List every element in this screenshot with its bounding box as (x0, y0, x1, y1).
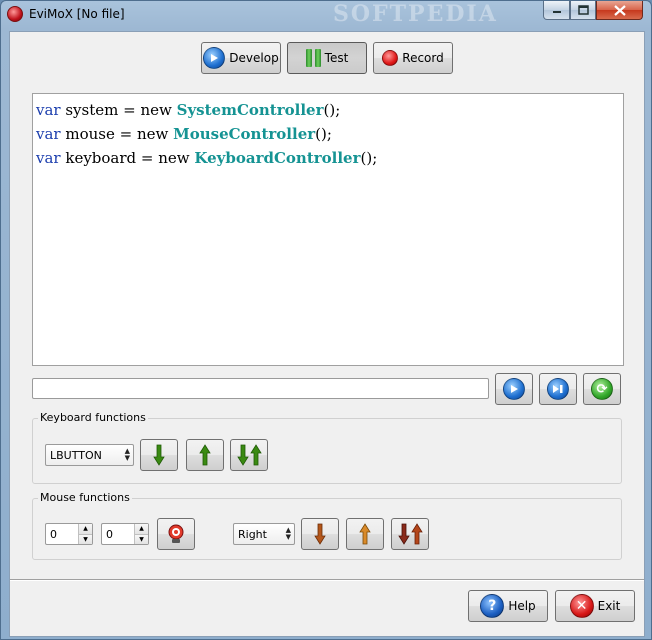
record-icon (382, 50, 399, 66)
exit-icon: ✕ (569, 594, 594, 618)
mouse-x-stepper[interactable]: 0 ▲ ▼ (45, 523, 93, 545)
exit-label: Exit (597, 599, 621, 613)
keyboard-functions-group: Keyboard functions LBUTTON ▲ ▼ (32, 411, 622, 484)
key-press-button[interactable] (230, 439, 268, 471)
develop-button[interactable]: Develop (201, 42, 281, 74)
mouse-functions-group: Mouse functions 0 ▲ ▼ 0 ▲ ▼ Right ▲ ▼ (32, 491, 622, 560)
key-select[interactable]: LBUTTON ▲ ▼ (45, 444, 134, 466)
mouse-functions-title: Mouse functions (38, 491, 132, 504)
arrow-down-up-icon (236, 444, 262, 466)
test-label: Test (324, 51, 349, 65)
mouse-y-stepper[interactable]: 0 ▲ ▼ (101, 523, 149, 545)
play-icon (203, 47, 226, 69)
arrow-up-icon (359, 523, 371, 545)
watermark: SOFTPEDIA (333, 1, 498, 27)
window-title: EviMoX [No file] (29, 7, 125, 21)
record-button[interactable]: Record (373, 42, 453, 74)
help-icon: ? (480, 594, 505, 618)
arrow-down-up-icon (397, 523, 423, 545)
maximize-icon (577, 5, 589, 15)
mouse-up-button[interactable] (346, 518, 384, 550)
step-button[interactable] (539, 373, 577, 405)
refresh-icon: ⟳ (591, 378, 613, 400)
mouse-down-button[interactable] (301, 518, 339, 550)
run-button[interactable] (495, 373, 533, 405)
mouse-y-value: 0 (106, 527, 113, 541)
minimize-button[interactable] (543, 1, 570, 20)
main-window: EviMoX [No file] SOFTPEDIA Develop Test … (0, 0, 652, 640)
script-editor[interactable]: var system = new SystemController(); var… (32, 93, 624, 366)
spin-up-icon[interactable]: ▲ (135, 524, 148, 534)
play-icon (503, 378, 525, 400)
exit-button[interactable]: ✕ Exit (555, 590, 635, 622)
pause-icon (305, 49, 321, 67)
key-up-button[interactable] (186, 439, 224, 471)
close-icon (613, 4, 626, 16)
capture-position-button[interactable] (157, 518, 195, 550)
help-button[interactable]: ? Help (468, 590, 548, 622)
footer-divider (10, 579, 644, 581)
key-down-button[interactable] (140, 439, 178, 471)
code-line: var system = new SystemController(); (36, 101, 341, 119)
updown-icon: ▲ ▼ (124, 447, 130, 462)
spin-down-icon[interactable]: ▼ (79, 533, 92, 544)
mouse-button-value: Right (238, 527, 267, 541)
develop-label: Develop (229, 51, 279, 65)
command-input[interactable] (32, 378, 489, 399)
help-label: Help (508, 599, 536, 613)
updown-icon: ▲ ▼ (285, 526, 291, 541)
keyboard-functions-title: Keyboard functions (38, 411, 148, 424)
spin-up-icon[interactable]: ▲ (79, 524, 92, 534)
client-area: Develop Test Record var system = new Sys… (9, 31, 645, 637)
arrow-down-icon (314, 523, 326, 545)
code-line: var mouse = new MouseController(); (36, 125, 332, 143)
app-icon (7, 6, 23, 22)
arrow-down-icon (153, 444, 165, 466)
arrow-up-icon (199, 444, 211, 466)
code-line: var keyboard = new KeyboardController(); (36, 149, 378, 167)
spin-down-icon[interactable]: ▼ (135, 533, 148, 544)
mouse-click-button[interactable] (391, 518, 429, 550)
title-bar[interactable]: EviMoX [No file] SOFTPEDIA (1, 1, 651, 29)
maximize-button[interactable] (570, 1, 596, 20)
target-icon (168, 524, 184, 543)
close-button[interactable] (596, 1, 643, 20)
mouse-x-value: 0 (50, 527, 57, 541)
test-button[interactable]: Test (287, 42, 367, 74)
mouse-button-select[interactable]: Right ▲ ▼ (233, 523, 295, 545)
skip-forward-icon (547, 378, 569, 400)
key-select-value: LBUTTON (50, 448, 102, 462)
minimize-icon (552, 11, 561, 13)
record-label: Record (402, 51, 444, 65)
refresh-button[interactable]: ⟳ (583, 373, 621, 405)
